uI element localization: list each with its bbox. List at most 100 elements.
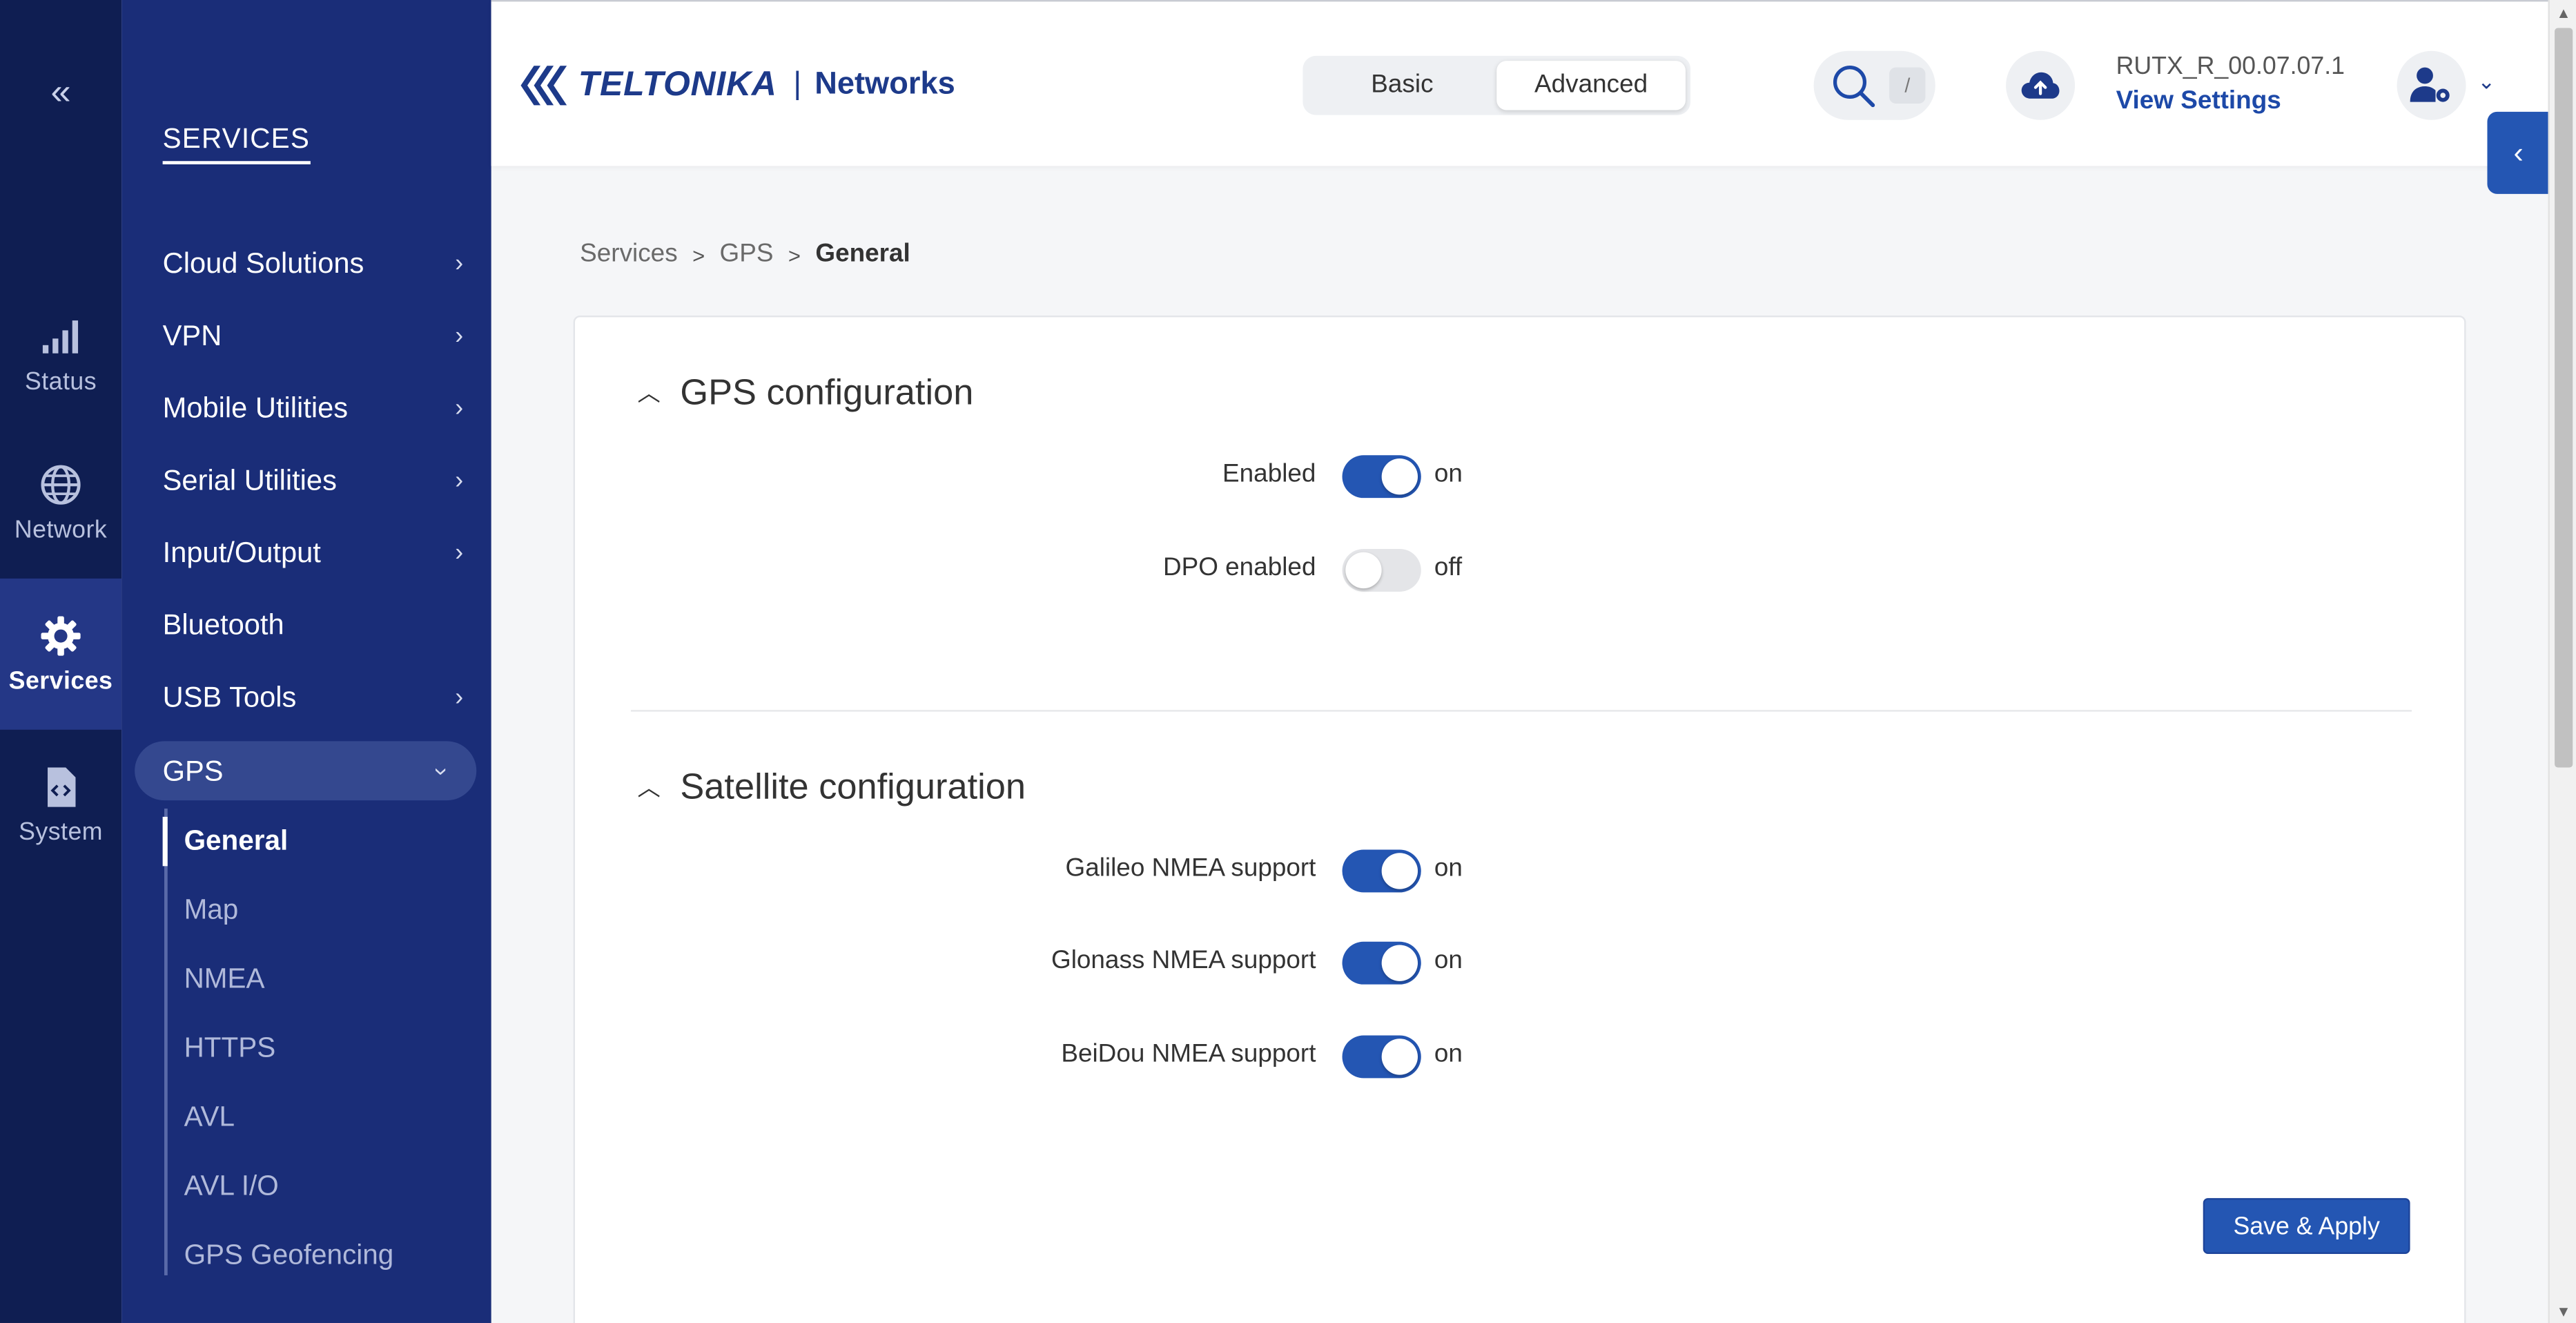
settings-card: ︿ GPS configuration Enabled on DPO enabl… [573, 315, 2468, 1323]
nav-item-vpn[interactable]: VPN › [163, 307, 467, 363]
breadcrumb: Services > GPS > General [580, 240, 910, 269]
submenu-item-general[interactable]: General [184, 817, 289, 866]
setting-row-beidou: BeiDou NMEA support on [575, 1032, 2468, 1081]
teltonika-logo[interactable]: TELTONIKA | Networks [518, 61, 955, 110]
chevron-right-icon: › [455, 538, 464, 566]
submenu-item-https[interactable]: HTTPS [184, 1024, 276, 1073]
setting-label: Enabled [1222, 460, 1316, 488]
chevron-left-icon: ‹ [2513, 135, 2524, 168]
chevron-down-icon: › [427, 766, 456, 775]
firmware-info: RUTX_R_00.07.07.1 View Settings [2116, 52, 2345, 117]
toggle-knob [1345, 552, 1382, 589]
rail-item-network[interactable]: Network [0, 427, 121, 579]
breadcrumb-services[interactable]: Services [580, 240, 677, 269]
brand-name: TELTONIKA [578, 66, 777, 104]
nav-item-gps[interactable]: GPS › [135, 741, 477, 801]
rail-label-system: System [19, 818, 104, 846]
rail-item-system[interactable]: System [0, 730, 121, 881]
chevron-up-icon: ︿ [637, 774, 661, 801]
services-subnav: SERVICES Cloud Solutions › VPN › Mobile … [121, 0, 491, 1323]
rail-item-services[interactable]: Services [0, 578, 122, 730]
dpo-enabled-toggle[interactable] [1342, 548, 1421, 592]
nav-item-cloud-solutions[interactable]: Cloud Solutions › [163, 235, 467, 291]
breadcrumb-general: General [815, 240, 910, 268]
submenu-item-nmea[interactable]: NMEA [184, 955, 265, 1004]
globe-icon [39, 463, 82, 505]
galileo-nmea-toggle[interactable] [1342, 849, 1421, 893]
nav-item-bluetooth[interactable]: Bluetooth [163, 597, 467, 653]
scrollbar-thumb[interactable] [2555, 28, 2573, 768]
satellite-configuration-header[interactable]: ︿ Satellite configuration [637, 766, 1026, 809]
nav-item-mobile-utilities[interactable]: Mobile Utilities › [163, 380, 467, 436]
setting-row-glonass: Glonass NMEA support on [575, 938, 2468, 987]
mode-advanced-button[interactable]: Advanced [1496, 61, 1686, 110]
user-menu-button[interactable] [2397, 50, 2466, 120]
nav-item-label: Bluetooth [162, 607, 284, 641]
toggle-state: off [1434, 554, 1463, 582]
setting-label: BeiDou NMEA support [1061, 1040, 1316, 1069]
collapse-sidebar-icon[interactable]: « [0, 62, 121, 122]
nav-item-usb-tools[interactable]: USB Tools › [163, 669, 467, 725]
user-settings-icon [2410, 67, 2450, 102]
cloud-upload-icon [2021, 72, 2060, 99]
toggle-state: on [1434, 854, 1463, 883]
chevron-down-icon[interactable]: ⌄ [2477, 69, 2495, 95]
brand-separator: | [793, 67, 802, 102]
gear-icon [39, 614, 82, 657]
mode-switch: Basic Advanced [1302, 55, 1691, 115]
toggle-knob [1381, 853, 1418, 889]
chevron-right-icon: › [455, 465, 464, 494]
chevron-right-icon: › [455, 682, 464, 711]
section-title: GPS configuration [680, 371, 974, 413]
rail-label-status: Status [24, 367, 97, 396]
search-button[interactable]: / [1813, 50, 1935, 120]
submenu-item-avl-io[interactable]: AVL I/O [184, 1162, 279, 1211]
page-scrollbar[interactable]: ▲ ▼ [2548, 0, 2576, 1323]
rail-item-status[interactable]: Status [0, 280, 121, 431]
enabled-toggle[interactable] [1342, 455, 1421, 499]
section-divider [630, 710, 2412, 712]
breadcrumb-separator-icon: > [788, 242, 801, 267]
chevron-right-icon: › [455, 249, 464, 278]
teltonika-logo-mark-icon [520, 66, 567, 106]
cloud-upload-button[interactable] [2006, 50, 2076, 120]
side-panel-toggle[interactable]: ‹ [2487, 111, 2550, 194]
save-apply-button[interactable]: Save & Apply [2203, 1198, 2410, 1255]
gps-configuration-header[interactable]: ︿ GPS configuration [637, 371, 973, 414]
setting-label: DPO enabled [1162, 554, 1316, 582]
signal-bars-icon [39, 315, 82, 358]
submenu-item-avl[interactable]: AVL [184, 1093, 235, 1142]
firmware-version: RUTX_R_00.07.07.1 [2116, 52, 2345, 81]
search-shortcut-key: / [1889, 67, 1926, 104]
scroll-down-arrow-icon[interactable]: ▼ [2556, 1303, 2570, 1320]
code-file-icon [39, 765, 82, 808]
nav-item-label: Serial Utilities [162, 462, 337, 496]
breadcrumb-gps[interactable]: GPS [720, 240, 774, 269]
submenu-item-gps-geofencing[interactable]: GPS Geofencing [184, 1231, 394, 1280]
submenu-item-map[interactable]: Map [184, 886, 239, 935]
nav-item-serial-utilities[interactable]: Serial Utilities › [163, 452, 467, 508]
beidou-nmea-toggle[interactable] [1342, 1035, 1421, 1079]
nav-item-label: Mobile Utilities [162, 390, 349, 423]
section-title: Satellite configuration [680, 766, 1026, 807]
setting-row-dpo-enabled: DPO enabled off [575, 545, 2468, 595]
toggle-state: on [1434, 1040, 1463, 1069]
rail-label-network: Network [14, 515, 108, 543]
toggle-knob [1381, 1039, 1418, 1075]
chevron-up-icon: ︿ [637, 379, 661, 406]
rail-label-services: Services [8, 666, 113, 695]
view-settings-link[interactable]: View Settings [2116, 87, 2345, 117]
toggle-state: on [1434, 460, 1463, 488]
glonass-nmea-toggle[interactable] [1342, 941, 1421, 985]
search-icon [1833, 65, 1875, 108]
chevron-right-icon: › [455, 321, 464, 349]
toggle-knob [1381, 458, 1418, 495]
gps-submenu-rail [164, 809, 168, 1275]
setting-row-galileo: Galileo NMEA support on [575, 847, 2468, 896]
scroll-up-arrow-icon[interactable]: ▲ [2556, 5, 2570, 21]
nav-item-input-output[interactable]: Input/Output › [163, 524, 467, 580]
subnav-section-title: SERVICES [162, 124, 311, 165]
nav-item-label: Cloud Solutions [162, 245, 364, 279]
active-indicator [162, 816, 168, 867]
mode-basic-button[interactable]: Basic [1308, 61, 1497, 110]
